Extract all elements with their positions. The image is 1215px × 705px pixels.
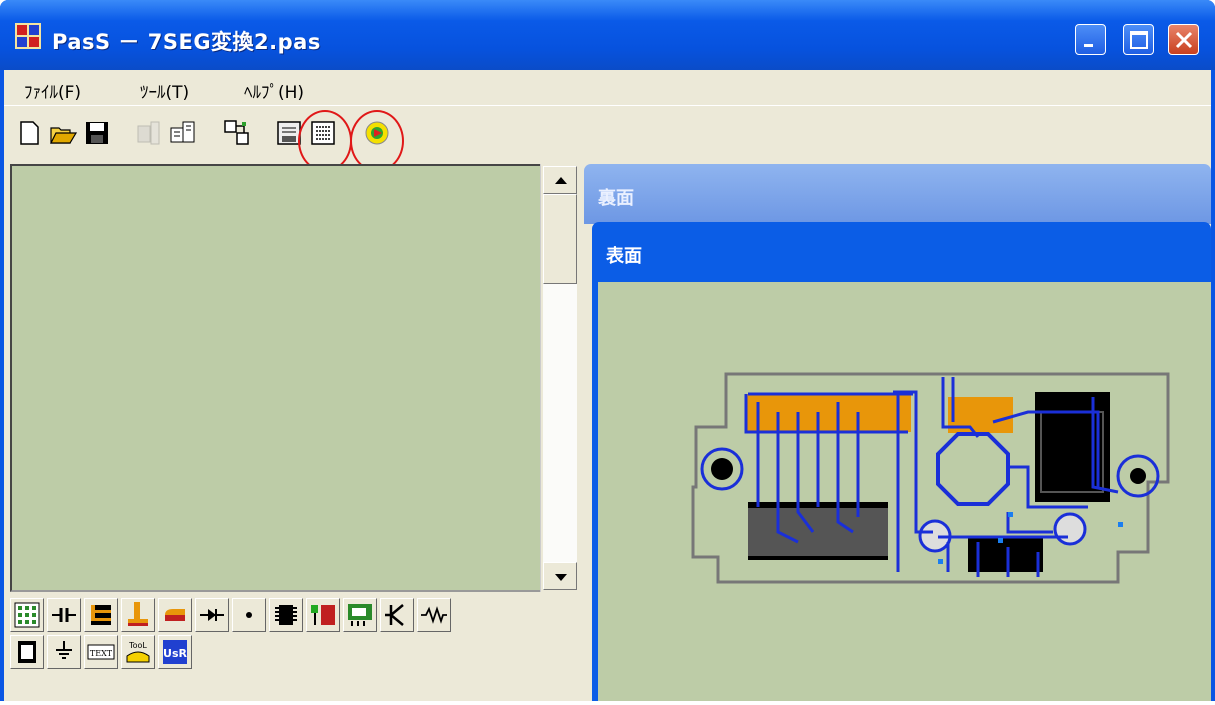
minimize-icon <box>1084 44 1093 47</box>
scroll-track[interactable] <box>543 284 577 562</box>
palette-dot-button[interactable] <box>232 598 266 632</box>
main-window: PasS － 7SEG変換2.pas ﾌｧｲﾙ(F) ﾂｰﾙ(T) ﾍﾙﾌﾟ(H… <box>0 0 1215 701</box>
user-icon-label: UsR <box>163 647 187 660</box>
highlight-circle-list <box>298 110 352 172</box>
angle-connector-icon <box>165 609 185 621</box>
pcb-layout-drawing <box>691 372 1170 584</box>
menu-bar: ﾌｧｲﾙ(F) ﾂｰﾙ(T) ﾍﾙﾌﾟ(H) <box>4 70 1211 106</box>
arrow-up-icon <box>555 177 567 184</box>
palette-ground-button[interactable] <box>47 635 81 669</box>
import-icon <box>137 121 160 145</box>
open-folder-icon <box>50 127 78 144</box>
dot-icon <box>246 612 252 618</box>
text-icon-label: TEXT <box>90 649 113 658</box>
pin-header-pad <box>746 394 911 432</box>
palette-module-button[interactable] <box>343 598 377 632</box>
palette-diode-button[interactable] <box>195 598 229 632</box>
palette-grid-button[interactable] <box>10 598 44 632</box>
resistor-icon <box>421 606 447 624</box>
palette-resistor-button[interactable] <box>417 598 451 632</box>
document-area: 裏面 表面 <box>578 164 1211 701</box>
ic-chip-icon <box>275 605 297 625</box>
palette-ic-socket-button[interactable] <box>10 635 44 669</box>
palette-capacitor-button[interactable] <box>47 598 81 632</box>
via-right <box>1053 512 1087 546</box>
highlight-circle-run <box>350 110 404 172</box>
connector-outline <box>748 508 888 556</box>
maximize-button[interactable] <box>1123 24 1154 55</box>
export-icon <box>170 121 195 143</box>
close-icon <box>1175 31 1193 49</box>
text-icon: TEXT <box>87 644 115 660</box>
import-button[interactable] <box>134 118 164 148</box>
toolbar <box>4 110 1211 172</box>
palette-user-button[interactable]: UsR <box>158 635 192 669</box>
palette-ic-button[interactable] <box>269 598 303 632</box>
diode-icon <box>200 609 224 621</box>
user-icon: UsR <box>163 640 188 664</box>
app-icon <box>15 23 41 49</box>
pin-header-icon <box>128 602 148 626</box>
vertical-scrollbar[interactable] <box>540 164 578 592</box>
crystal-footprint <box>936 432 1010 506</box>
new-file-icon <box>20 121 39 145</box>
minimize-button[interactable] <box>1075 24 1106 55</box>
tool-icon-label: TooL <box>128 641 147 650</box>
title-bar[interactable]: PasS － 7SEG変換2.pas <box>0 0 1215 70</box>
layout-button[interactable] <box>222 118 252 148</box>
ic-socket-icon <box>18 641 36 663</box>
palette-connector-button[interactable] <box>84 598 118 632</box>
capacitor-icon <box>52 608 76 622</box>
mount-hole-right-drill <box>1130 468 1146 484</box>
open-button[interactable] <box>48 118 78 148</box>
ground-icon <box>56 641 72 659</box>
back-side-title: 裏面 <box>598 188 634 209</box>
led-icon <box>311 605 335 625</box>
mount-hole-left-drill <box>711 458 733 480</box>
export-button[interactable] <box>168 118 198 148</box>
layout-icon <box>224 120 249 145</box>
transistor-icon <box>385 604 404 626</box>
menu-tools[interactable]: ﾂｰﾙ(T) <box>140 78 189 103</box>
back-side-window[interactable]: 裏面 <box>584 164 1211 224</box>
scroll-up-button[interactable] <box>543 166 577 194</box>
palette-led-button[interactable] <box>306 598 340 632</box>
front-side-title: 表面 <box>606 246 642 267</box>
menu-file[interactable]: ﾌｧｲﾙ(F) <box>24 78 81 103</box>
palette-text-button[interactable]: TEXT <box>84 635 118 669</box>
palette-pin-header-button[interactable] <box>121 598 155 632</box>
parts-canvas[interactable] <box>10 164 578 592</box>
save-icon <box>86 122 108 144</box>
scroll-thumb[interactable] <box>543 194 577 284</box>
scroll-down-button[interactable] <box>543 562 577 590</box>
grid-icon <box>14 602 40 628</box>
client-area: ﾌｧｲﾙ(F) ﾂｰﾙ(T) ﾍﾙﾌﾟ(H) TEXT TooL UsR 裏面 … <box>4 70 1211 701</box>
maximize-icon <box>1130 31 1148 49</box>
menu-help[interactable]: ﾍﾙﾌﾟ(H) <box>244 78 304 103</box>
arrow-down-icon <box>555 574 567 581</box>
palette-transistor-button[interactable] <box>380 598 414 632</box>
module-icon <box>348 604 372 626</box>
tool-icon: TooL <box>126 641 150 663</box>
pcb-canvas[interactable] <box>598 282 1211 701</box>
component-palette: TEXT TooL UsR <box>10 598 580 698</box>
new-button[interactable] <box>14 118 44 148</box>
close-button[interactable] <box>1168 24 1199 55</box>
palette-angle-connector-button[interactable] <box>158 598 192 632</box>
palette-tool-button[interactable]: TooL <box>121 635 155 669</box>
front-side-window[interactable]: 表面 <box>592 222 1211 701</box>
window-title: PasS － 7SEG変換2.pas <box>52 30 321 54</box>
save-button[interactable] <box>82 118 112 148</box>
connector-icon <box>91 605 111 625</box>
